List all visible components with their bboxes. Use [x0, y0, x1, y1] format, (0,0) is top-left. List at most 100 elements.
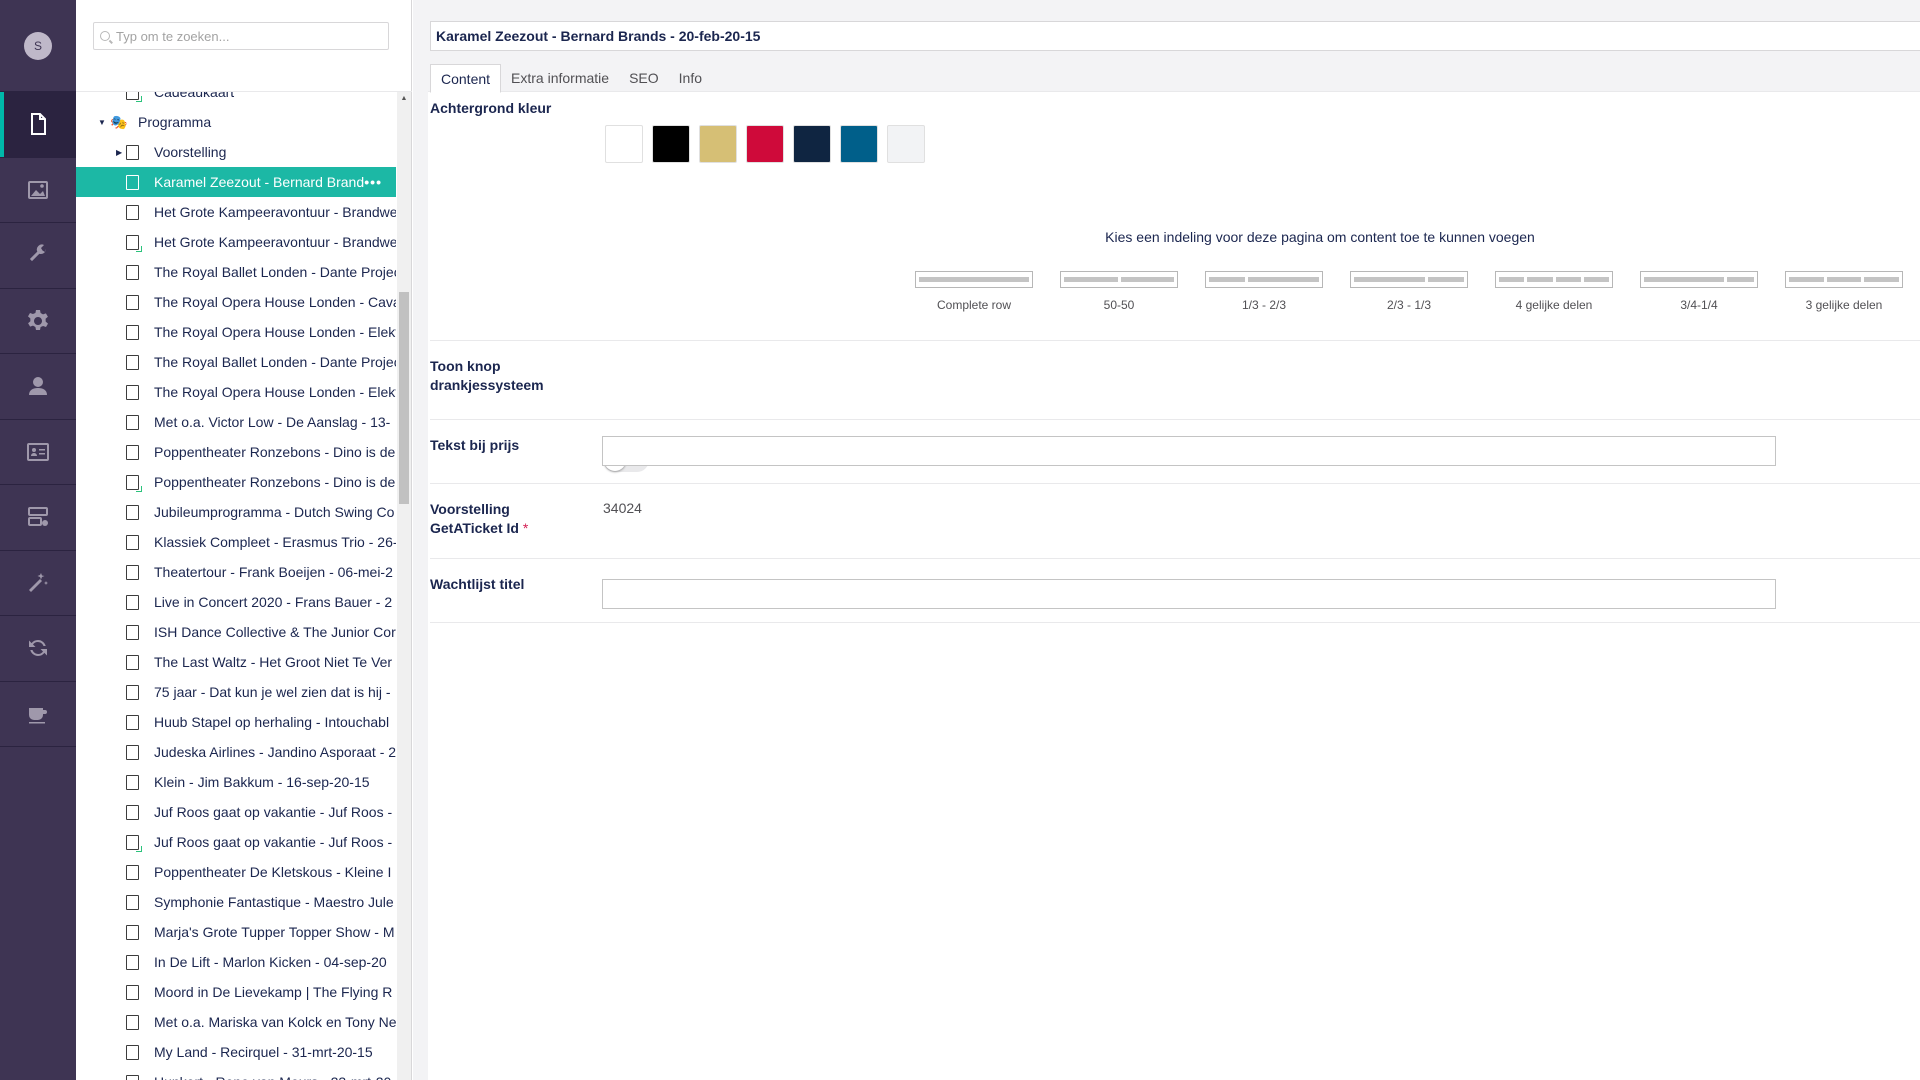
tree-item[interactable]: The Last Waltz - Het Groot Niet Te Ver — [76, 647, 396, 677]
tab-seo[interactable]: SEO — [619, 64, 669, 93]
caret-down-icon[interactable]: ▼ — [98, 118, 108, 127]
tree-item-label: ISH Dance Collective & The Junior Cor — [154, 624, 396, 640]
grid-layout-option[interactable]: 3/4-1/4 — [1640, 271, 1758, 312]
section-content[interactable] — [0, 92, 76, 158]
scrollbar-thumb[interactable] — [399, 292, 409, 504]
editor-tabs: Content Extra informatie SEO Info — [430, 64, 712, 93]
section-sync[interactable] — [0, 616, 76, 682]
tree-item[interactable]: Karamel Zeezout - Bernard Brands - 20-fe… — [76, 167, 396, 197]
tree-item[interactable]: The Royal Ballet Londen - Dante Project — [76, 257, 396, 287]
ticket-id-label-text: Voorstelling GetATicket Id — [430, 501, 519, 536]
document-icon — [126, 744, 139, 760]
tree-item[interactable]: Het Grote Kampeeravontuur - Brandweerman… — [76, 197, 396, 227]
tree-item-label: Karamel Zeezout - Bernard Brands - 20-fe… — [154, 174, 365, 190]
document-icon — [126, 684, 139, 700]
tree-item[interactable]: Symphonie Fantastique - Maestro Jule — [76, 887, 396, 917]
coffee-icon — [29, 707, 47, 724]
tree-item[interactable]: Met o.a. Mariska van Kolck en Tony Ne — [76, 1007, 396, 1037]
tree-item[interactable]: My Land - Recirquel - 31-mrt-20-15 — [76, 1037, 396, 1067]
grid-layout-option[interactable]: Complete row — [915, 271, 1033, 312]
layout-preview — [1205, 271, 1323, 288]
tree-item[interactable]: ▶ Voorstelling — [76, 137, 396, 167]
tree-scrollbar[interactable]: ▲ — [397, 92, 411, 1080]
more-actions-icon[interactable]: ••• — [364, 174, 382, 190]
tab-extra-informatie[interactable]: Extra informatie — [501, 64, 619, 93]
price-text-input[interactable] — [602, 436, 1776, 466]
tree-item[interactable]: Theatertour - Frank Boeijen - 06-mei-2 — [76, 557, 396, 587]
document-icon — [126, 774, 139, 790]
caret-right-icon[interactable]: ▶ — [116, 148, 126, 157]
section-tools[interactable] — [0, 551, 76, 616]
document-icon — [126, 264, 139, 280]
tab-content[interactable]: Content — [430, 64, 502, 93]
tree-item-label: The Royal Ballet Londen - Dante Project — [154, 264, 396, 280]
layout-caption: 4 gelijke delen — [1515, 298, 1593, 312]
section-settings[interactable] — [0, 223, 76, 289]
document-icon — [126, 384, 139, 400]
tree-item[interactable]: The Royal Opera House Londen - Elektra — [76, 377, 396, 407]
section-developer[interactable] — [0, 289, 76, 354]
tree-item-label: Huub Stapel op herhaling - Intouchabl — [154, 714, 390, 730]
required-mark: * — [522, 520, 529, 536]
document-icon — [126, 834, 142, 852]
section-media[interactable] — [0, 158, 76, 223]
tree-item[interactable]: The Royal Ballet Londen - Dante Project — [76, 347, 396, 377]
tree-item[interactable]: In De Lift - Marlon Kicken - 04-sep-20 — [76, 947, 396, 977]
tree-item[interactable]: Poppentheater Ronzebons - Dino is de — [76, 437, 396, 467]
grid-layout-option[interactable]: 50-50 — [1060, 271, 1178, 312]
tree-item[interactable]: The Royal Opera House Londen - Elektra — [76, 317, 396, 347]
document-icon — [126, 144, 139, 160]
layout-caption: 2/3 - 1/3 — [1386, 298, 1432, 312]
tree-item[interactable]: Moord in De Lievekamp | The Flying R — [76, 977, 396, 1007]
tree-item[interactable]: Het Grote Kampeeravontuur - Brandweerman… — [76, 227, 396, 257]
document-icon — [126, 444, 139, 460]
tree-item-label: Cadeaukaart — [154, 92, 235, 100]
layout-column — [1864, 277, 1900, 282]
document-icon — [126, 92, 142, 102]
tree-item[interactable]: Jubileumprogramma - Dutch Swing Co — [76, 497, 396, 527]
tree-item[interactable]: Marja's Grote Tupper Topper Show - M — [76, 917, 396, 947]
tree-item-label: Programma — [138, 114, 212, 130]
tree-item[interactable]: Poppentheater Ronzebons - Dino is de — [76, 467, 396, 497]
document-icon — [126, 924, 139, 940]
drinks-property: Toon knop drankjessysteem — [430, 341, 1920, 420]
tree-search-input[interactable] — [116, 28, 376, 44]
tree-item[interactable]: The Royal Opera House Londen - Cavalleri… — [76, 287, 396, 317]
tree-item[interactable]: Judeska Airlines - Jandino Asporaat - 2 — [76, 737, 396, 767]
user-avatar[interactable]: S — [24, 31, 52, 60]
image-icon — [28, 180, 48, 199]
section-extras[interactable] — [0, 682, 76, 747]
document-icon — [126, 504, 139, 520]
section-users[interactable] — [0, 354, 76, 420]
tree-item[interactable]: Klassiek Compleet - Erasmus Trio - 26- — [76, 527, 396, 557]
tab-info[interactable]: Info — [669, 64, 712, 93]
grid-layout-option[interactable]: 2/3 - 1/3 — [1350, 271, 1468, 312]
section-forms[interactable] — [0, 485, 76, 551]
tree-item[interactable]: Met o.a. Victor Low - De Aanslag - 13- — [76, 407, 396, 437]
tree-item[interactable]: Klein - Jim Bakkum - 16-sep-20-15 — [76, 767, 396, 797]
tree-item[interactable]: Hunkert - Rene van Meurs - 23-mrt-20 — [76, 1067, 396, 1080]
tree-item[interactable]: 75 jaar - Dat kun je wel zien dat is hij… — [76, 677, 396, 707]
tree-item[interactable]: Poppentheater De Kletskous - Kleine I — [76, 857, 396, 887]
tree-folder[interactable]: ▼ 🎭 Programma — [76, 107, 396, 137]
layout-column — [1727, 277, 1754, 282]
tree-item[interactable]: Huub Stapel op herhaling - Intouchabl — [76, 707, 396, 737]
ticket-id-value: 34024 — [603, 500, 642, 516]
tree-item[interactable]: Juf Roos gaat op vakantie - Juf Roos - — [76, 827, 396, 857]
section-members[interactable] — [0, 420, 76, 485]
grid-layout-option[interactable]: 3 gelijke delen — [1785, 271, 1903, 312]
tree-item[interactable]: Juf Roos gaat op vakantie - Juf Roos - — [76, 797, 396, 827]
tree-item[interactable]: Live in Concert 2020 - Frans Bauer - 2 — [76, 587, 396, 617]
grid-hint: Kies een indeling voor deze pagina om co… — [1105, 229, 1535, 245]
layout-column — [1555, 277, 1581, 282]
tree-item[interactable]: Cadeaukaart — [76, 92, 396, 107]
scroll-up-icon[interactable]: ▲ — [397, 92, 411, 106]
document-icon — [126, 1014, 139, 1030]
grid-layout-option[interactable]: 1/3 - 2/3 — [1205, 271, 1323, 312]
document-icon — [126, 954, 139, 970]
grid-layout-option[interactable]: 4 gelijke delen — [1495, 271, 1613, 312]
node-name-input[interactable] — [430, 21, 1920, 51]
document-icon — [126, 534, 139, 550]
waitlist-input[interactable] — [602, 579, 1776, 609]
tree-item[interactable]: ISH Dance Collective & The Junior Cor — [76, 617, 396, 647]
